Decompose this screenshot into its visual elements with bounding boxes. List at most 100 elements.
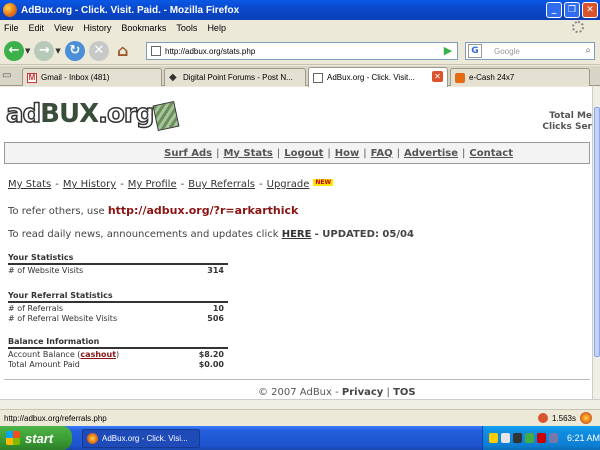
menu-history[interactable]: History: [83, 23, 111, 33]
scrollbar-thumb[interactable]: [594, 107, 600, 357]
network-icon[interactable]: [489, 433, 498, 443]
tab-label: Digital Point Forums - Post N...: [183, 73, 293, 82]
subnav-separator: -: [180, 179, 185, 190]
vertical-scrollbar[interactable]: [592, 87, 600, 399]
go-button[interactable]: ▶: [440, 42, 456, 58]
clicks-served-label: Clicks Ser: [542, 122, 592, 132]
windows-logo-icon: [6, 431, 20, 445]
nav-my-stats[interactable]: My Stats: [223, 148, 272, 159]
footer-divider: [4, 379, 590, 380]
tab-gmail[interactable]: M Gmail - Inbox (481): [22, 68, 162, 86]
window-titlebar: AdBux.org - Click. Visit. Paid. - Mozill…: [0, 0, 600, 20]
page-footer: © 2007 AdBux - Privacy | TOS: [258, 387, 416, 398]
referral-link[interactable]: http://adbux.org/?r=arkarthick: [108, 204, 299, 217]
nav-contact[interactable]: Contact: [469, 148, 513, 159]
close-button[interactable]: ✕: [582, 2, 598, 18]
nav-logout[interactable]: Logout: [284, 148, 323, 159]
cashout-link[interactable]: cashout: [80, 350, 116, 359]
logo-bux: BUX: [40, 99, 99, 129]
menu-bookmarks[interactable]: Bookmarks: [121, 23, 166, 33]
subnav-buy-referrals[interactable]: Buy Referrals: [188, 179, 255, 190]
security-icon[interactable]: [501, 433, 510, 443]
subnav-my-stats[interactable]: My Stats: [8, 179, 51, 190]
page-icon: [313, 72, 323, 83]
referral-visits-value: 506: [207, 314, 224, 323]
menu-edit[interactable]: Edit: [29, 23, 45, 33]
privacy-link[interactable]: Privacy: [342, 387, 383, 398]
logo-ad: ad: [5, 98, 42, 130]
mcafee-icon[interactable]: [537, 433, 546, 443]
antivirus-icon[interactable]: [525, 433, 534, 443]
page-content: ad BUX .org Total Me Clicks Ser Surf Ads…: [0, 87, 592, 399]
status-bar: http://adbux.org/referrals.php 1.563s: [0, 409, 600, 426]
footer-separator: |: [386, 387, 390, 398]
maximize-button[interactable]: ❐: [564, 2, 580, 18]
search-icon[interactable]: ⌕: [585, 45, 591, 56]
nav-how[interactable]: How: [335, 148, 359, 159]
back-dropdown-icon[interactable]: ▼: [25, 47, 30, 55]
subnav-my-profile[interactable]: My Profile: [128, 179, 177, 190]
menu-file[interactable]: File: [4, 23, 19, 33]
nav-faq[interactable]: FAQ: [371, 148, 393, 159]
menu-tools[interactable]: Tools: [176, 23, 197, 33]
start-button[interactable]: start: [0, 426, 72, 450]
search-placeholder[interactable]: Google: [494, 47, 520, 56]
subnav-my-history[interactable]: My History: [63, 179, 116, 190]
horizontal-scrollbar[interactable]: [0, 399, 600, 409]
balance-information: Balance Information Account Balance (cas…: [8, 337, 228, 370]
throbber-icon: [572, 21, 584, 33]
nav-advertise[interactable]: Advertise: [404, 148, 458, 159]
close-tab-icon[interactable]: ✕: [432, 71, 443, 82]
stop-button[interactable]: ✕: [88, 40, 109, 61]
back-button[interactable]: ←: [4, 40, 24, 61]
page-icon: [151, 46, 161, 56]
new-badge: NEW: [313, 179, 334, 186]
forward-dropdown-icon[interactable]: ▼: [55, 47, 60, 55]
table-row: # of Referrals 10: [8, 304, 228, 314]
referral-visits-label: # of Referral Website Visits: [8, 314, 118, 323]
forward-button[interactable]: →: [34, 40, 55, 61]
nav-surf-ads[interactable]: Surf Ads: [164, 148, 212, 159]
balance-heading: Balance Information: [8, 337, 228, 349]
nav-separator: |: [363, 147, 367, 159]
home-button[interactable]: ⌂: [113, 41, 133, 61]
navigation-toolbar: ← ▼ → ▼ ↻ ✕ ⌂ http://adbux.org/stats.php…: [0, 37, 600, 65]
url-bar[interactable]: http://adbux.org/stats.php: [146, 42, 458, 60]
reload-button[interactable]: ↻: [64, 40, 85, 61]
menu-help[interactable]: Help: [207, 23, 226, 33]
account-balance-text: Account Balance (: [8, 350, 81, 359]
news-here-link[interactable]: HERE: [282, 229, 312, 240]
total-members-label: Total Me: [549, 111, 592, 121]
tab-digitalpoint[interactable]: ◆ Digital Point Forums - Post N...: [164, 68, 306, 86]
main-nav: Surf Ads | My Stats | Logout | How | FAQ | Ad…: [4, 142, 590, 164]
tab-label: e-Cash 24x7: [469, 73, 515, 82]
nav-separator: |: [216, 147, 220, 159]
menu-view[interactable]: View: [54, 23, 73, 33]
nav-separator: |: [462, 147, 466, 159]
google-icon[interactable]: G: [468, 44, 482, 58]
logo-org: .org: [97, 98, 155, 130]
table-row: Account Balance (cashout) $8.20: [8, 350, 228, 360]
adbux-logo[interactable]: ad BUX .org: [5, 98, 180, 132]
tray-app-icon[interactable]: [513, 433, 522, 443]
tab-adbux[interactable]: AdBux.org - Click. Visit... ✕: [308, 67, 448, 87]
table-row: # of Referral Website Visits 506: [8, 314, 228, 324]
volume-icon[interactable]: [549, 433, 558, 443]
tab-ecash[interactable]: e-Cash 24x7: [450, 68, 590, 86]
site-stats-summary: Total Me Clicks Ser: [542, 111, 592, 133]
firefox-status-icon[interactable]: [580, 412, 592, 424]
subnav-upgrade[interactable]: Upgrade: [267, 179, 310, 190]
new-tab-icon[interactable]: ▭: [2, 70, 16, 82]
digitalpoint-icon: ◆: [169, 71, 177, 83]
tos-link[interactable]: TOS: [393, 387, 416, 398]
url-text[interactable]: http://adbux.org/stats.php: [165, 47, 255, 56]
minimize-button[interactable]: _: [546, 2, 562, 18]
news-line: To read daily news, announcements and up…: [8, 229, 414, 240]
taskbar-item-label: AdBux.org - Click. Visi...: [102, 434, 188, 443]
firebug-icon[interactable]: [537, 413, 548, 423]
subnav-separator: -: [55, 179, 59, 190]
start-label: start: [25, 430, 54, 446]
search-box[interactable]: G Google ⌕: [465, 42, 595, 60]
load-time: 1.563s: [551, 413, 576, 423]
taskbar-item-firefox[interactable]: AdBux.org - Click. Visi...: [82, 429, 200, 448]
